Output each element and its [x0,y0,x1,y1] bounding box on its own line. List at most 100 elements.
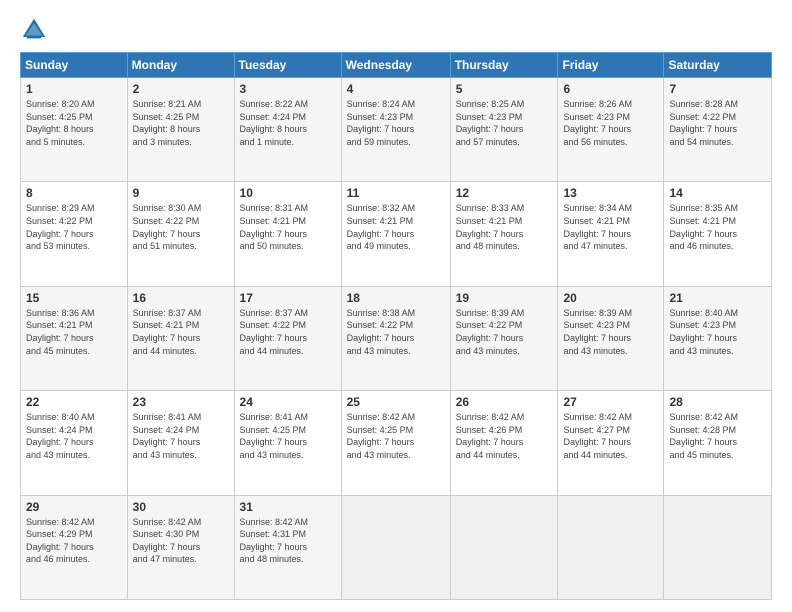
calendar-cell: 17 Sunrise: 8:37 AM Sunset: 4:22 PM Dayli… [234,286,341,390]
day-info: Sunrise: 8:36 AM Sunset: 4:21 PM Dayligh… [26,307,122,357]
calendar-week-row: 8 Sunrise: 8:29 AM Sunset: 4:22 PM Daylig… [21,182,772,286]
calendar-cell: 20 Sunrise: 8:39 AM Sunset: 4:23 PM Dayli… [558,286,664,390]
calendar-cell: 12 Sunrise: 8:33 AM Sunset: 4:21 PM Dayli… [450,182,558,286]
calendar-cell: 4 Sunrise: 8:24 AM Sunset: 4:23 PM Daylig… [341,78,450,182]
day-info: Sunrise: 8:40 AM Sunset: 4:24 PM Dayligh… [26,411,122,461]
day-info: Sunrise: 8:42 AM Sunset: 4:31 PM Dayligh… [240,516,336,566]
day-info: Sunrise: 8:38 AM Sunset: 4:22 PM Dayligh… [347,307,445,357]
calendar-cell: 1 Sunrise: 8:20 AM Sunset: 4:25 PM Daylig… [21,78,128,182]
calendar-week-row: 1 Sunrise: 8:20 AM Sunset: 4:25 PM Daylig… [21,78,772,182]
day-number: 21 [669,291,766,305]
calendar-cell: 11 Sunrise: 8:32 AM Sunset: 4:21 PM Dayli… [341,182,450,286]
calendar-cell: 2 Sunrise: 8:21 AM Sunset: 4:25 PM Daylig… [127,78,234,182]
day-number: 17 [240,291,336,305]
calendar-header-friday: Friday [558,53,664,78]
calendar-cell: 27 Sunrise: 8:42 AM Sunset: 4:27 PM Dayli… [558,391,664,495]
day-number: 14 [669,186,766,200]
calendar-cell: 24 Sunrise: 8:41 AM Sunset: 4:25 PM Dayli… [234,391,341,495]
day-number: 30 [133,500,229,514]
page-header [20,16,772,44]
calendar-cell: 21 Sunrise: 8:40 AM Sunset: 4:23 PM Dayli… [664,286,772,390]
calendar-cell: 8 Sunrise: 8:29 AM Sunset: 4:22 PM Daylig… [21,182,128,286]
calendar-cell: 30 Sunrise: 8:42 AM Sunset: 4:30 PM Dayli… [127,495,234,599]
day-number: 9 [133,186,229,200]
day-info: Sunrise: 8:22 AM Sunset: 4:24 PM Dayligh… [240,98,336,148]
day-number: 24 [240,395,336,409]
day-number: 11 [347,186,445,200]
day-info: Sunrise: 8:21 AM Sunset: 4:25 PM Dayligh… [133,98,229,148]
day-info: Sunrise: 8:26 AM Sunset: 4:23 PM Dayligh… [563,98,658,148]
day-number: 18 [347,291,445,305]
day-info: Sunrise: 8:37 AM Sunset: 4:21 PM Dayligh… [133,307,229,357]
day-info: Sunrise: 8:28 AM Sunset: 4:22 PM Dayligh… [669,98,766,148]
day-number: 4 [347,82,445,96]
day-info: Sunrise: 8:42 AM Sunset: 4:26 PM Dayligh… [456,411,553,461]
day-number: 5 [456,82,553,96]
day-number: 7 [669,82,766,96]
calendar-cell: 14 Sunrise: 8:35 AM Sunset: 4:21 PM Dayli… [664,182,772,286]
day-info: Sunrise: 8:42 AM Sunset: 4:30 PM Dayligh… [133,516,229,566]
calendar-header-tuesday: Tuesday [234,53,341,78]
calendar-cell: 23Sunrise: 8:41 AM Sunset: 4:24 PM Dayli… [127,391,234,495]
calendar-cell: 6 Sunrise: 8:26 AM Sunset: 4:23 PM Daylig… [558,78,664,182]
day-number: 12 [456,186,553,200]
day-info: Sunrise: 8:41 AM Sunset: 4:25 PM Dayligh… [240,411,336,461]
calendar-cell: 16 Sunrise: 8:37 AM Sunset: 4:21 PM Dayli… [127,286,234,390]
calendar-header-row: SundayMondayTuesdayWednesdayThursdayFrid… [21,53,772,78]
day-info: Sunrise: 8:25 AM Sunset: 4:23 PM Dayligh… [456,98,553,148]
day-number: 25 [347,395,445,409]
day-number: 20 [563,291,658,305]
calendar-cell: 29Sunrise: 8:42 AM Sunset: 4:29 PM Dayli… [21,495,128,599]
calendar-cell: 5 Sunrise: 8:25 AM Sunset: 4:23 PM Daylig… [450,78,558,182]
calendar-cell: 18 Sunrise: 8:38 AM Sunset: 4:22 PM Dayli… [341,286,450,390]
calendar-week-row: 15 Sunrise: 8:36 AM Sunset: 4:21 PM Dayli… [21,286,772,390]
calendar-cell: 13Sunrise: 8:34 AM Sunset: 4:21 PM Dayli… [558,182,664,286]
day-number: 10 [240,186,336,200]
calendar-cell: 22 Sunrise: 8:40 AM Sunset: 4:24 PM Dayli… [21,391,128,495]
calendar-cell: 10 Sunrise: 8:31 AM Sunset: 4:21 PM Dayli… [234,182,341,286]
day-number: 3 [240,82,336,96]
day-number: 6 [563,82,658,96]
day-number: 22 [26,395,122,409]
day-number: 28 [669,395,766,409]
day-number: 27 [563,395,658,409]
day-info: Sunrise: 8:42 AM Sunset: 4:28 PM Dayligh… [669,411,766,461]
day-number: 8 [26,186,122,200]
day-number: 26 [456,395,553,409]
day-info: Sunrise: 8:39 AM Sunset: 4:23 PM Dayligh… [563,307,658,357]
day-info: Sunrise: 8:40 AM Sunset: 4:23 PM Dayligh… [669,307,766,357]
calendar-cell: 26 Sunrise: 8:42 AM Sunset: 4:26 PM Dayli… [450,391,558,495]
day-number: 15 [26,291,122,305]
calendar-cell: 15 Sunrise: 8:36 AM Sunset: 4:21 PM Dayli… [21,286,128,390]
day-info: Sunrise: 8:35 AM Sunset: 4:21 PM Dayligh… [669,202,766,252]
calendar-header-sunday: Sunday [21,53,128,78]
calendar-cell [558,495,664,599]
day-info: Sunrise: 8:41 AM Sunset: 4:24 PM Dayligh… [133,411,229,461]
calendar-cell: 28 Sunrise: 8:42 AM Sunset: 4:28 PM Dayli… [664,391,772,495]
day-info: Sunrise: 8:31 AM Sunset: 4:21 PM Dayligh… [240,202,336,252]
calendar-cell: 31 Sunrise: 8:42 AM Sunset: 4:31 PM Dayli… [234,495,341,599]
calendar-header-monday: Monday [127,53,234,78]
calendar-cell [664,495,772,599]
calendar-cell: 7 Sunrise: 8:28 AM Sunset: 4:22 PM Daylig… [664,78,772,182]
day-number: 31 [240,500,336,514]
day-number: 1 [26,82,122,96]
day-number: 19 [456,291,553,305]
day-info: Sunrise: 8:33 AM Sunset: 4:21 PM Dayligh… [456,202,553,252]
day-number: 29 [26,500,122,514]
day-info: Sunrise: 8:32 AM Sunset: 4:21 PM Dayligh… [347,202,445,252]
day-info: Sunrise: 8:20 AM Sunset: 4:25 PM Dayligh… [26,98,122,148]
day-info: Sunrise: 8:29 AM Sunset: 4:22 PM Dayligh… [26,202,122,252]
day-number: 2 [133,82,229,96]
day-info: Sunrise: 8:37 AM Sunset: 4:22 PM Dayligh… [240,307,336,357]
calendar-cell [450,495,558,599]
day-info: Sunrise: 8:30 AM Sunset: 4:22 PM Dayligh… [133,202,229,252]
day-number: 16 [133,291,229,305]
calendar-cell: 19Sunrise: 8:39 AM Sunset: 4:22 PM Dayli… [450,286,558,390]
day-info: Sunrise: 8:24 AM Sunset: 4:23 PM Dayligh… [347,98,445,148]
logo-icon [20,16,48,44]
calendar-week-row: 29Sunrise: 8:42 AM Sunset: 4:29 PM Dayli… [21,495,772,599]
day-info: Sunrise: 8:42 AM Sunset: 4:27 PM Dayligh… [563,411,658,461]
day-info: Sunrise: 8:34 AM Sunset: 4:21 PM Dayligh… [563,202,658,252]
calendar-cell: 3 Sunrise: 8:22 AM Sunset: 4:24 PM Daylig… [234,78,341,182]
